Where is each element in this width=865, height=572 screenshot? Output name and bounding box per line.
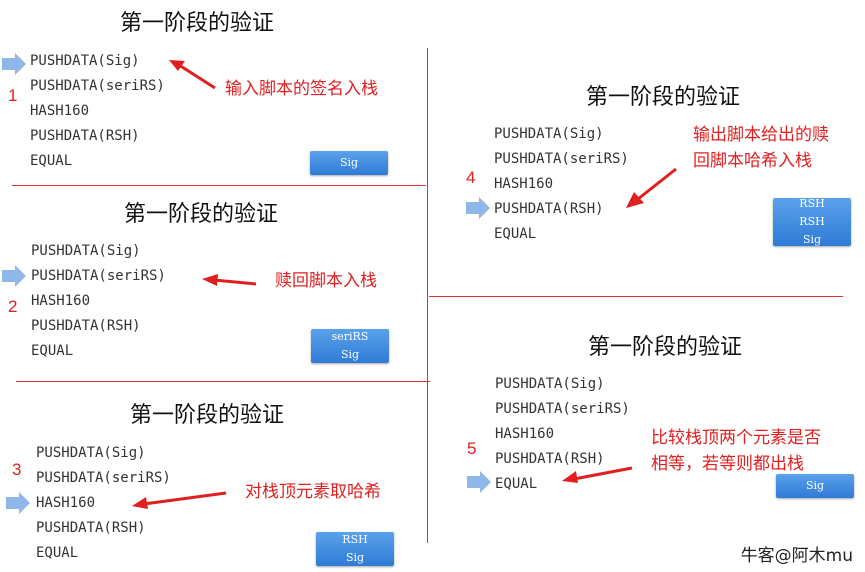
panel-5-note: 比较栈顶两个元素是否 相等，若等则都出栈: [651, 425, 821, 477]
panel-2-code-line: PUSHDATA(RSH): [31, 318, 141, 334]
panel-4-code-line: EQUAL: [494, 226, 537, 242]
panel-4-code: PUSHDATA(Sig) PUSHDATA(seriRS) HASH160 P…: [494, 122, 629, 247]
panel-2-code-line: PUSHDATA(Sig): [31, 243, 141, 259]
panel-5-code-line: PUSHDATA(Sig): [495, 376, 605, 392]
panel-3-stack-item: RSH: [342, 533, 368, 546]
divider-4-5: [429, 296, 843, 297]
panel-1-note-line: 输入脚本的签名入栈: [225, 79, 378, 99]
panel-5-code-line: PUSHDATA(seriRS): [495, 401, 630, 417]
panel-4-pointer-icon: [466, 197, 490, 219]
panel-2-stack-item: seriRS: [331, 330, 369, 343]
panel-2-note-line: 赎回脚本入栈: [275, 271, 377, 291]
panel-3-code-line: EQUAL: [36, 545, 79, 561]
panel-1-code: PUSHDATA(Sig) PUSHDATA(seriRS) HASH160 P…: [30, 49, 165, 174]
panel-4-code-line: PUSHDATA(Sig): [494, 126, 604, 142]
panel-3-code-line: PUSHDATA(RSH): [36, 520, 146, 536]
panel-3-stack: RSH Sig: [316, 532, 394, 566]
panel-4-code-line: PUSHDATA(seriRS): [494, 151, 629, 167]
panel-4-code-line: HASH160: [494, 176, 554, 192]
panel-5-code-line: HASH160: [495, 426, 555, 442]
vertical-divider: [427, 48, 428, 543]
divider-2-3: [16, 381, 430, 382]
panel-2-arrow-icon: [202, 274, 257, 286]
panel-2-pointer-icon: [2, 265, 26, 287]
panel-1-arrow-icon: [169, 60, 216, 90]
panel-3-step-number: 3: [12, 460, 22, 479]
panel-4-arrow-icon: [626, 167, 677, 208]
panel-4-step-number: 4: [466, 168, 476, 187]
panel-1-note: 输入脚本的签名入栈: [225, 76, 378, 102]
panel-2-title: 第一阶段的验证: [124, 202, 279, 227]
panel-1-title: 第一阶段的验证: [120, 11, 275, 36]
panel-4-note: 输出脚本给出的赎 回脚本哈希入栈: [693, 122, 829, 174]
panel-2-code-line: PUSHDATA(seriRS): [31, 268, 166, 284]
panel-3-note-line: 对栈顶元素取哈希: [245, 482, 381, 502]
panel-4-stack-item: Sig: [802, 233, 822, 246]
panel-1-code-line: PUSHDATA(RSH): [30, 128, 140, 144]
panel-1-code-line: PUSHDATA(seriRS): [30, 78, 165, 94]
panel-1-pointer-icon: [2, 53, 26, 75]
panel-2-code-line: EQUAL: [31, 343, 74, 359]
panel-4-note-line: 输出脚本给出的赎: [693, 125, 829, 145]
panel-2-stack: seriRS Sig: [311, 329, 389, 363]
panel-4-note-line: 回脚本哈希入栈: [693, 151, 812, 171]
panel-3-title: 第一阶段的验证: [130, 403, 285, 428]
panel-3-arrow-icon: [132, 491, 227, 509]
panel-3-note: 对栈顶元素取哈希: [245, 479, 381, 505]
panel-5-step-number: 5: [467, 439, 477, 458]
watermark: 牛客@阿木mu: [740, 546, 853, 566]
panel-1-step-number: 1: [8, 86, 18, 105]
panel-1-code-line: PUSHDATA(Sig): [30, 53, 140, 69]
panel-3-code-line: PUSHDATA(seriRS): [36, 470, 171, 486]
panel-4-stack: RSH RSH Sig: [773, 197, 851, 246]
panel-3-code-line: PUSHDATA(Sig): [36, 445, 146, 461]
panel-5-note-line: 比较栈顶两个元素是否: [651, 428, 821, 448]
panel-5-title: 第一阶段的验证: [588, 335, 743, 360]
panel-4-stack-item: RSH: [799, 197, 825, 210]
panel-1-stack: Sig: [310, 151, 388, 175]
panel-5-stack: Sig: [776, 474, 854, 498]
panel-1-stack-item: Sig: [339, 156, 359, 169]
panel-1-code-line: EQUAL: [30, 153, 73, 169]
panel-2-stack-item: Sig: [340, 348, 360, 361]
panel-5-stack-item: Sig: [805, 479, 825, 492]
panel-5-pointer-icon: [467, 471, 491, 493]
panel-3-stack-item: Sig: [345, 551, 365, 564]
panel-4-title: 第一阶段的验证: [586, 85, 741, 110]
panel-3-pointer-icon: [6, 492, 30, 514]
panel-2-note: 赎回脚本入栈: [275, 268, 377, 294]
divider-1-2: [12, 185, 426, 186]
panel-1-code-line: HASH160: [30, 103, 90, 119]
panel-2-step-number: 2: [8, 297, 18, 316]
panel-4-stack-item: RSH: [799, 215, 825, 228]
panel-5-arrow-icon: [562, 466, 633, 483]
panel-4-code-line: PUSHDATA(RSH): [494, 201, 604, 217]
panel-2-code: PUSHDATA(Sig) PUSHDATA(seriRS) HASH160 P…: [31, 239, 166, 364]
panel-2-code-line: HASH160: [31, 293, 91, 309]
